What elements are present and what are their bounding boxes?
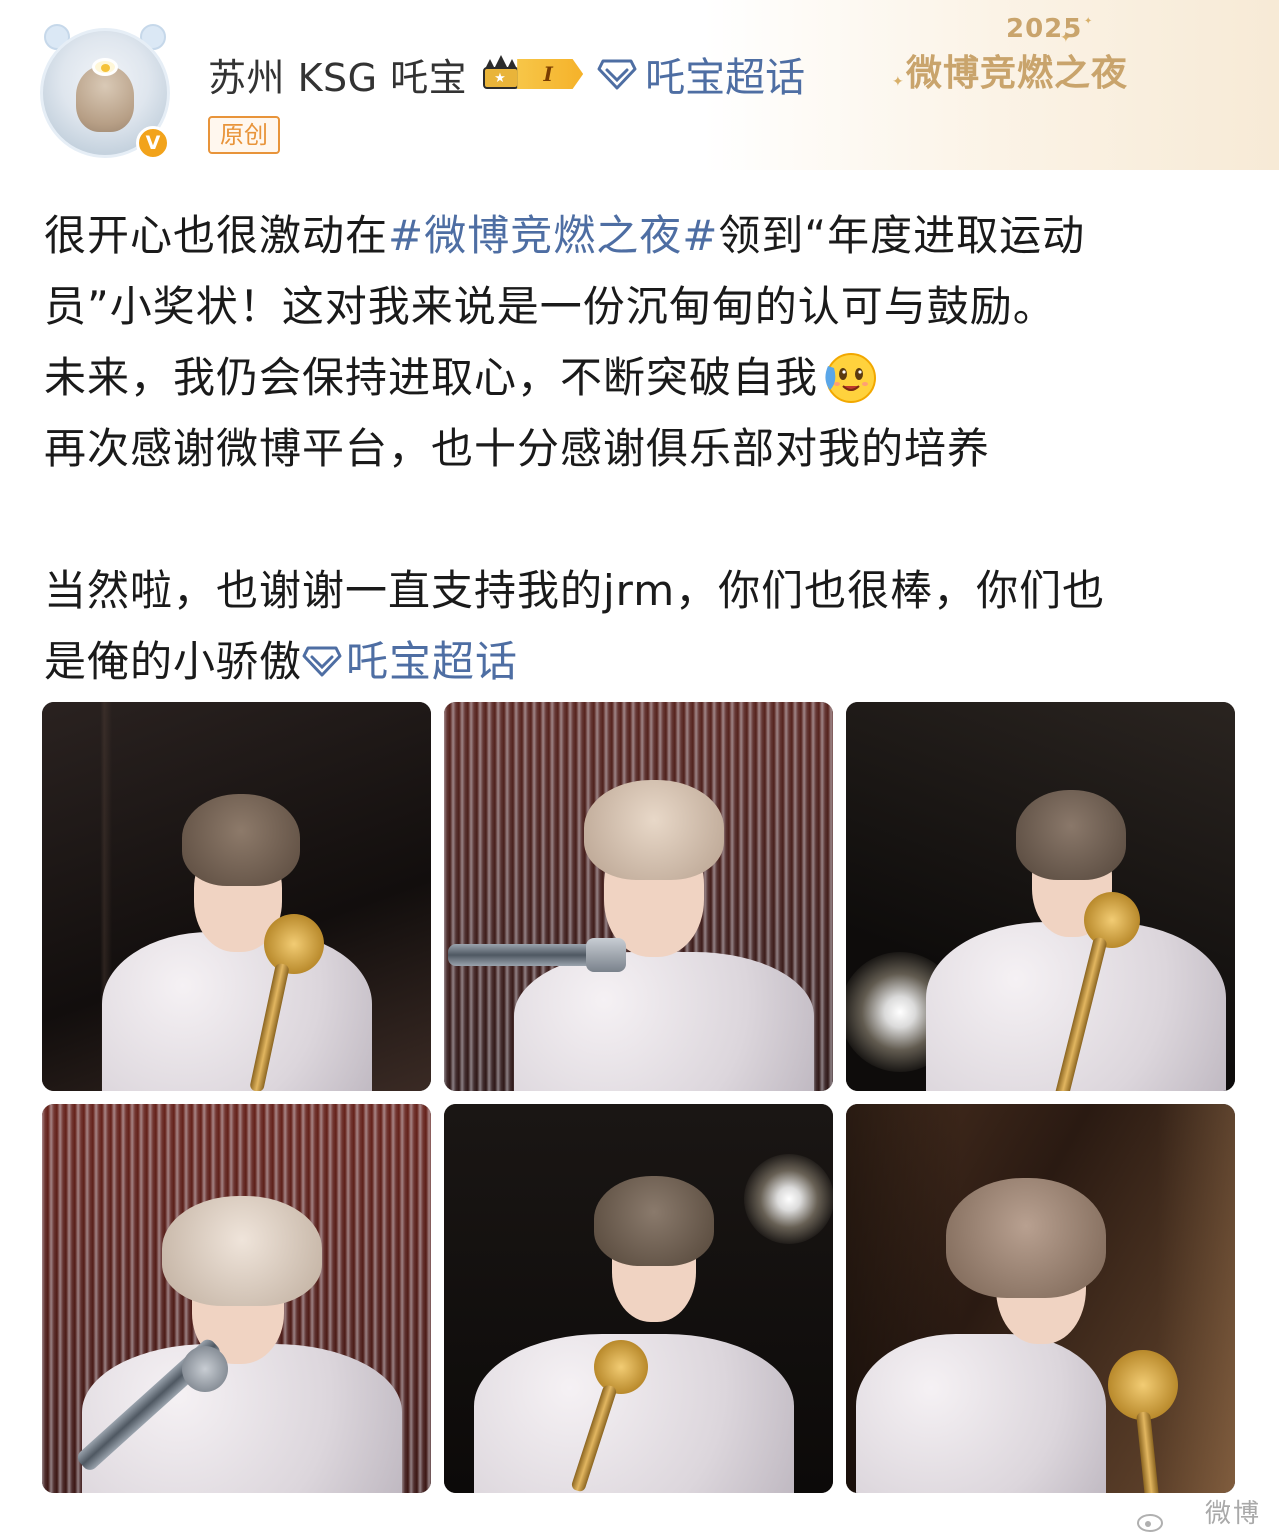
vip-badge[interactable]: ★ I bbox=[481, 54, 584, 94]
supertopic-inline-link[interactable]: 吒宝超话 bbox=[302, 637, 518, 686]
post-text-segment: 领到“年度进取运动 bbox=[718, 211, 1086, 260]
post-text-segment: 当然啦，也谢谢一直支持我的jrm，你们也很棒，你们也 bbox=[44, 566, 1106, 615]
user-name[interactable]: 苏州 KSG 吒宝 bbox=[208, 47, 467, 102]
diamond-icon bbox=[302, 646, 342, 677]
photo-thumbnail-6[interactable] bbox=[846, 1104, 1235, 1493]
post-line: 员”小奖状！这对我来说是一份沉甸甸的认可与鼓励。 bbox=[44, 271, 1244, 342]
verified-badge-icon: V bbox=[136, 126, 170, 160]
post-text-segment: 未来，我仍会保持进取心，不断突破自我 bbox=[44, 353, 819, 402]
photo-thumbnail-1[interactable] bbox=[42, 702, 431, 1091]
photo-grid bbox=[42, 702, 1236, 1493]
supertopic-inline-label: 吒宝超话 bbox=[346, 637, 519, 686]
crown-icon: ★ bbox=[481, 55, 521, 93]
post-line: 未来，我仍会保持进取心，不断突破自我 bbox=[44, 342, 1244, 413]
hashtag-link[interactable]: #微博竞燃之夜# bbox=[388, 211, 718, 260]
avatar[interactable]: V bbox=[40, 24, 170, 160]
weibo-logo-icon bbox=[1137, 1514, 1163, 1532]
post-text-segment: 很开心也很激动在 bbox=[44, 211, 389, 260]
photo-thumbnail-5[interactable] bbox=[444, 1104, 833, 1493]
diamond-icon bbox=[597, 59, 637, 90]
post-line: 很开心也很激动在#微博竞燃之夜#领到“年度进取运动 bbox=[44, 200, 1244, 271]
crying-smile-emoji-icon bbox=[825, 353, 877, 403]
photo-thumbnail-3[interactable] bbox=[846, 702, 1235, 1091]
event-title: 微博竞燃之夜 bbox=[906, 53, 1129, 94]
post-body: 很开心也很激动在#微博竞燃之夜#领到“年度进取运动 员”小奖状！这对我来说是一份… bbox=[44, 200, 1244, 697]
post-text-segment: 员”小奖状！这对我来说是一份沉甸甸的认可与鼓励。 bbox=[44, 282, 1056, 331]
vip-level: I bbox=[517, 59, 584, 89]
sparkle-icon: ✦ bbox=[892, 74, 904, 90]
post-line: 当然啦，也谢谢一直支持我的jrm，你们也很棒，你们也 bbox=[44, 555, 1244, 626]
supertopic-link[interactable]: 吒宝超话 bbox=[597, 45, 805, 103]
event-year: 2025 bbox=[1006, 14, 1083, 44]
avatar-egg-icon bbox=[92, 58, 118, 76]
post-line: 是俺的小骄傲 吒宝超话 bbox=[44, 626, 1244, 697]
user-header: 苏州 KSG 吒宝 ★ I 吒宝超话 bbox=[208, 44, 805, 104]
photo-thumbnail-2[interactable] bbox=[444, 702, 833, 1091]
post-text-segment: 是俺的小骄傲 bbox=[44, 637, 303, 686]
sparkle-icon: ✦ bbox=[1084, 16, 1093, 27]
supertopic-label: 吒宝超话 bbox=[645, 55, 806, 101]
original-tag: 原创 bbox=[208, 116, 280, 154]
post-text-segment: 再次感谢微博平台，也十分感谢俱乐部对我的培养 bbox=[44, 424, 991, 473]
watermark: 微博 bbox=[1204, 1499, 1261, 1529]
photo-thumbnail-4[interactable] bbox=[42, 1104, 431, 1493]
post-line: 再次感谢微博平台，也十分感谢俱乐部对我的培养 bbox=[44, 413, 1244, 484]
event-logo: ✦ ✦ ✦ 2025 微博竞燃之夜 bbox=[884, 14, 1174, 94]
